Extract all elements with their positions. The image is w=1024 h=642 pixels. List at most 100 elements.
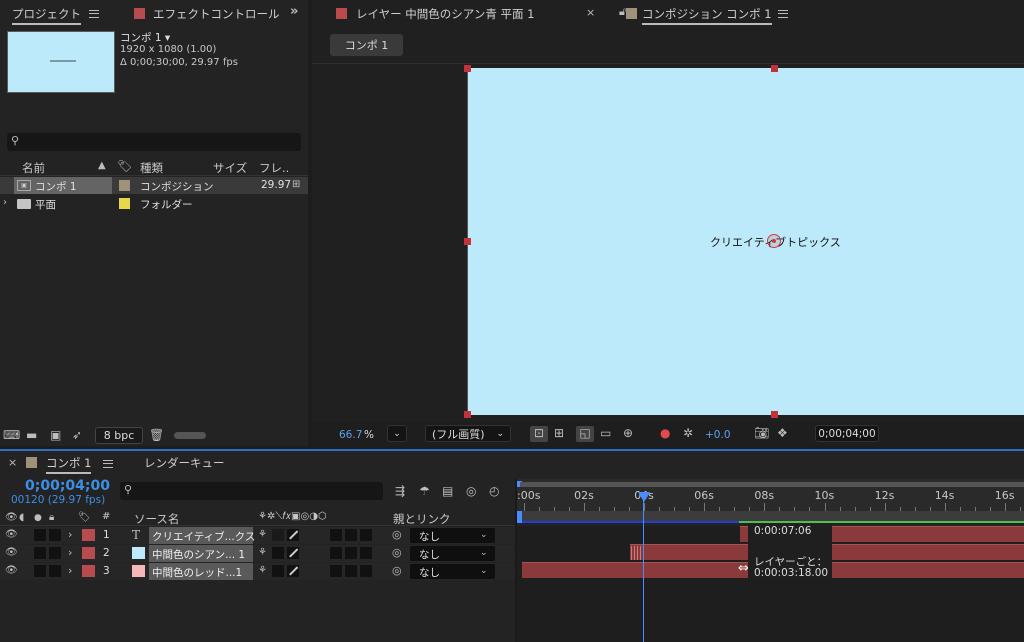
project-search-input[interactable]: ⚲ (7, 133, 301, 151)
label-tag-icon[interactable]: 🏷 (117, 159, 132, 173)
solo-toggle[interactable] (34, 547, 46, 559)
resolution-dropdown[interactable]: (フル画質) ⌄ (425, 425, 511, 442)
time-ruler[interactable]: :00s 02s 04s 06s 08s 10s 12s 14s 16s (517, 479, 1024, 511)
3d-switch[interactable] (360, 547, 372, 559)
flowchart-comp-button[interactable]: コンポ 1 (330, 34, 403, 56)
mask-visibility-icon[interactable]: ◱ (576, 426, 594, 442)
project-item-row[interactable]: › 平面 フォルダー (0, 195, 308, 212)
col-type-header[interactable]: 種類 (140, 160, 163, 176)
adjustment-switch[interactable] (345, 565, 357, 577)
viewer-timecode[interactable]: 0;00;04;00 (815, 425, 879, 442)
col-size-header[interactable]: サイズ (213, 160, 247, 176)
shy-switch-icon[interactable]: ⚘ (258, 546, 267, 560)
shy-layers-icon[interactable]: ▤ (442, 484, 453, 498)
trash-icon[interactable]: 🗑 (149, 428, 164, 442)
new-folder-icon[interactable]: ▬ (26, 428, 37, 442)
current-time-display[interactable]: 0;00;04;00 (25, 478, 110, 494)
eye-icon[interactable]: 👁︎ (5, 546, 18, 560)
transform-handle[interactable] (464, 238, 471, 245)
collapse-switch[interactable] (272, 547, 284, 559)
expand-chevron-icon[interactable]: › (3, 196, 7, 210)
expand-chevron-icon[interactable]: › (68, 564, 72, 578)
col-source-name-header[interactable]: ソース名 (134, 511, 179, 527)
timeline-menu-icon[interactable] (103, 460, 113, 468)
new-comp-icon[interactable]: ▣ (50, 428, 61, 442)
effect-switch[interactable] (330, 565, 342, 577)
interpret-footage-icon[interactable]: ⌨ (3, 428, 20, 442)
effect-switch[interactable] (330, 529, 342, 541)
frame-blending-icon[interactable]: ◎ (466, 484, 476, 498)
sort-up-icon[interactable]: ▲ (98, 159, 106, 173)
lock-switch-icon[interactable]: 🔒︎ (49, 511, 54, 525)
layer-row[interactable]: 👁︎ › 1 T クリエイティブ...クス ⚘ ◎ なし ⌄ (0, 527, 516, 544)
effect-switch[interactable] (330, 547, 342, 559)
collapse-switch[interactable] (272, 565, 284, 577)
bit-depth-button[interactable]: 8 bpc (95, 427, 143, 444)
color-management-icon[interactable]: ✲ (683, 426, 693, 440)
layer-label-swatch[interactable] (82, 529, 95, 541)
lock-toggle[interactable] (49, 565, 61, 577)
rocket-icon[interactable]: ➶ (72, 428, 82, 442)
composition-canvas[interactable]: クリエイティブトピックス (467, 68, 1024, 415)
fast-previews-icon[interactable]: ⊡ (530, 426, 548, 442)
layer-row[interactable]: 👁︎ › 2 中間色のシアン... 1 ⚘ ◎ なし ⌄ (0, 545, 516, 562)
zoom-value[interactable]: 66.7 (339, 429, 362, 441)
col-name-header[interactable]: 名前 (22, 160, 45, 176)
close-tab-icon[interactable]: × (8, 456, 17, 470)
adjustment-switch[interactable] (345, 529, 357, 541)
tab-project[interactable]: プロジェクト (12, 6, 81, 25)
transform-handle[interactable] (464, 65, 471, 72)
lock-toggle[interactable] (49, 529, 61, 541)
tab-composition[interactable]: コンポジション コンポ 1 (642, 6, 772, 25)
pick-whip-icon[interactable]: ◎ (392, 546, 402, 560)
expand-chevron-icon[interactable]: › (68, 546, 72, 560)
3d-switch[interactable] (360, 529, 372, 541)
adjustment-switch[interactable] (345, 547, 357, 559)
label-swatch[interactable] (119, 198, 130, 209)
solo-toggle[interactable] (34, 529, 46, 541)
preview-comp-name[interactable]: コンポ 1 ▾ (120, 30, 170, 45)
tab-effect-controls[interactable]: エフェクトコントロール (153, 6, 287, 22)
layer-row[interactable]: 👁︎ › 3 中間色のレッド...1 ⚘ ◎ なし ⌄ (0, 563, 516, 580)
color-channel-icon[interactable]: ● (660, 426, 670, 440)
solo-toggle[interactable] (34, 565, 46, 577)
region-of-interest-icon[interactable]: ▭ (600, 426, 611, 440)
project-menu-icon[interactable] (89, 10, 99, 18)
col-frame-header[interactable]: フレ.. (259, 160, 289, 176)
parent-dropdown[interactable]: なし ⌄ (410, 564, 495, 579)
grid-guides-icon[interactable]: ⊕ (623, 426, 633, 440)
transform-handle[interactable] (771, 411, 778, 418)
layer-label-swatch[interactable] (82, 547, 95, 559)
tab-timeline-comp[interactable]: コンポ 1 (46, 455, 92, 474)
collapse-switch[interactable] (272, 529, 284, 541)
shy-switch-icon[interactable]: ⚘ (258, 528, 267, 542)
close-tab-icon[interactable]: × (586, 6, 595, 20)
transparency-grid-icon[interactable]: ⊞ (554, 426, 564, 440)
zoom-dropdown-button[interactable]: ⌄ (387, 425, 407, 442)
flowchart-icon[interactable]: ⊞ (292, 178, 300, 192)
camera-snapshot-icon[interactable]: 📷︎ (754, 426, 769, 440)
parent-dropdown[interactable]: なし ⌄ (410, 546, 495, 561)
transform-handle[interactable] (771, 65, 778, 72)
shy-switch-icon[interactable]: ⚘ (258, 564, 267, 578)
thumbnail-slider[interactable] (174, 432, 206, 439)
tab-layer-viewer[interactable]: レイヤー 中間色のシアン青 平面 1 (356, 6, 534, 22)
parent-dropdown[interactable]: なし ⌄ (410, 528, 495, 543)
playhead-line[interactable] (643, 492, 644, 642)
label-swatch[interactable] (119, 180, 130, 191)
layer-label-swatch[interactable] (82, 565, 95, 577)
work-area-start-handle[interactable] (517, 511, 522, 523)
anchor-point-icon[interactable] (767, 234, 781, 248)
panel-overflow-icon[interactable]: » (290, 5, 298, 19)
exposure-value[interactable]: +0.0 (705, 429, 731, 441)
3d-switch[interactable] (360, 565, 372, 577)
quality-switch-icon[interactable] (287, 529, 299, 541)
solo-switch-icon[interactable]: ● (34, 511, 42, 525)
eye-icon[interactable]: 👁︎ (5, 564, 18, 578)
expand-chevron-icon[interactable]: › (68, 528, 72, 542)
col-parent-header[interactable]: 親とリンク (393, 511, 451, 527)
timeline-search-input[interactable]: ⚲ (120, 482, 383, 500)
work-area-bar[interactable] (517, 511, 1024, 523)
label-tag-icon[interactable]: 🏷 (78, 511, 91, 525)
viewer-menu-icon[interactable] (778, 10, 788, 18)
